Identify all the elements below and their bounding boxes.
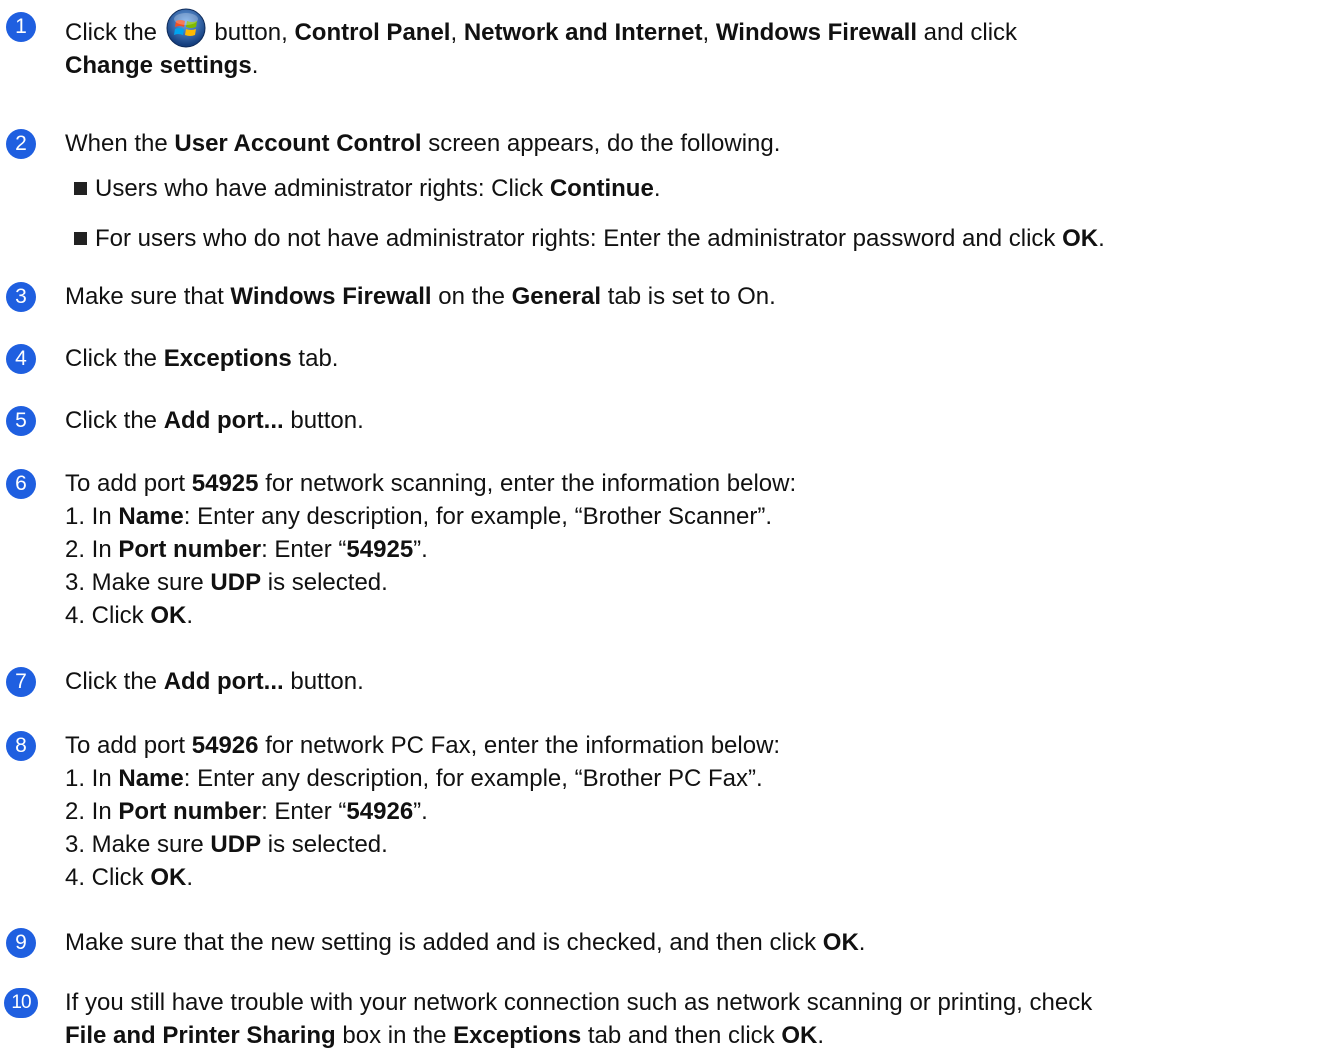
step-text: Make sure that the new setting is added … xyxy=(65,929,866,956)
bullet-item: Users who have administrator rights: Cli… xyxy=(74,172,1338,205)
step-number-badge: 5 xyxy=(6,406,36,436)
step-text: Make sure that Windows Firewall on the G… xyxy=(65,283,776,310)
bullet-item: For users who do not have administrator … xyxy=(74,222,1338,255)
windows-start-orb-icon xyxy=(166,8,206,48)
step-text: If you still have trouble with your netw… xyxy=(65,989,1093,1049)
square-bullet-icon xyxy=(74,232,87,245)
step-text: To add port 54926 for network PC Fax, en… xyxy=(65,732,781,891)
step-text: Click the Exceptions tab. xyxy=(65,345,339,372)
step-text: Click the Add port... button. xyxy=(65,668,364,695)
step-number-badge: 7 xyxy=(6,667,36,697)
step-text: To add port 54925 for network scanning, … xyxy=(65,470,797,629)
square-bullet-icon xyxy=(74,182,87,195)
step-text: Click the Add port... button. xyxy=(65,407,364,434)
step-number-badge: 9 xyxy=(6,928,36,958)
step-number-badge: 1 xyxy=(6,12,36,42)
step-text: Click the button, Control Panel, Network… xyxy=(65,8,1338,82)
step-number-badge: 3 xyxy=(6,282,36,312)
step-number-badge: 10 xyxy=(4,988,38,1018)
step-number-badge: 6 xyxy=(6,469,36,499)
step-number-badge: 2 xyxy=(6,129,36,159)
step-number-badge: 8 xyxy=(6,731,36,761)
step-number-badge: 4 xyxy=(6,344,36,374)
step-text: When the User Account Control screen app… xyxy=(65,130,781,157)
